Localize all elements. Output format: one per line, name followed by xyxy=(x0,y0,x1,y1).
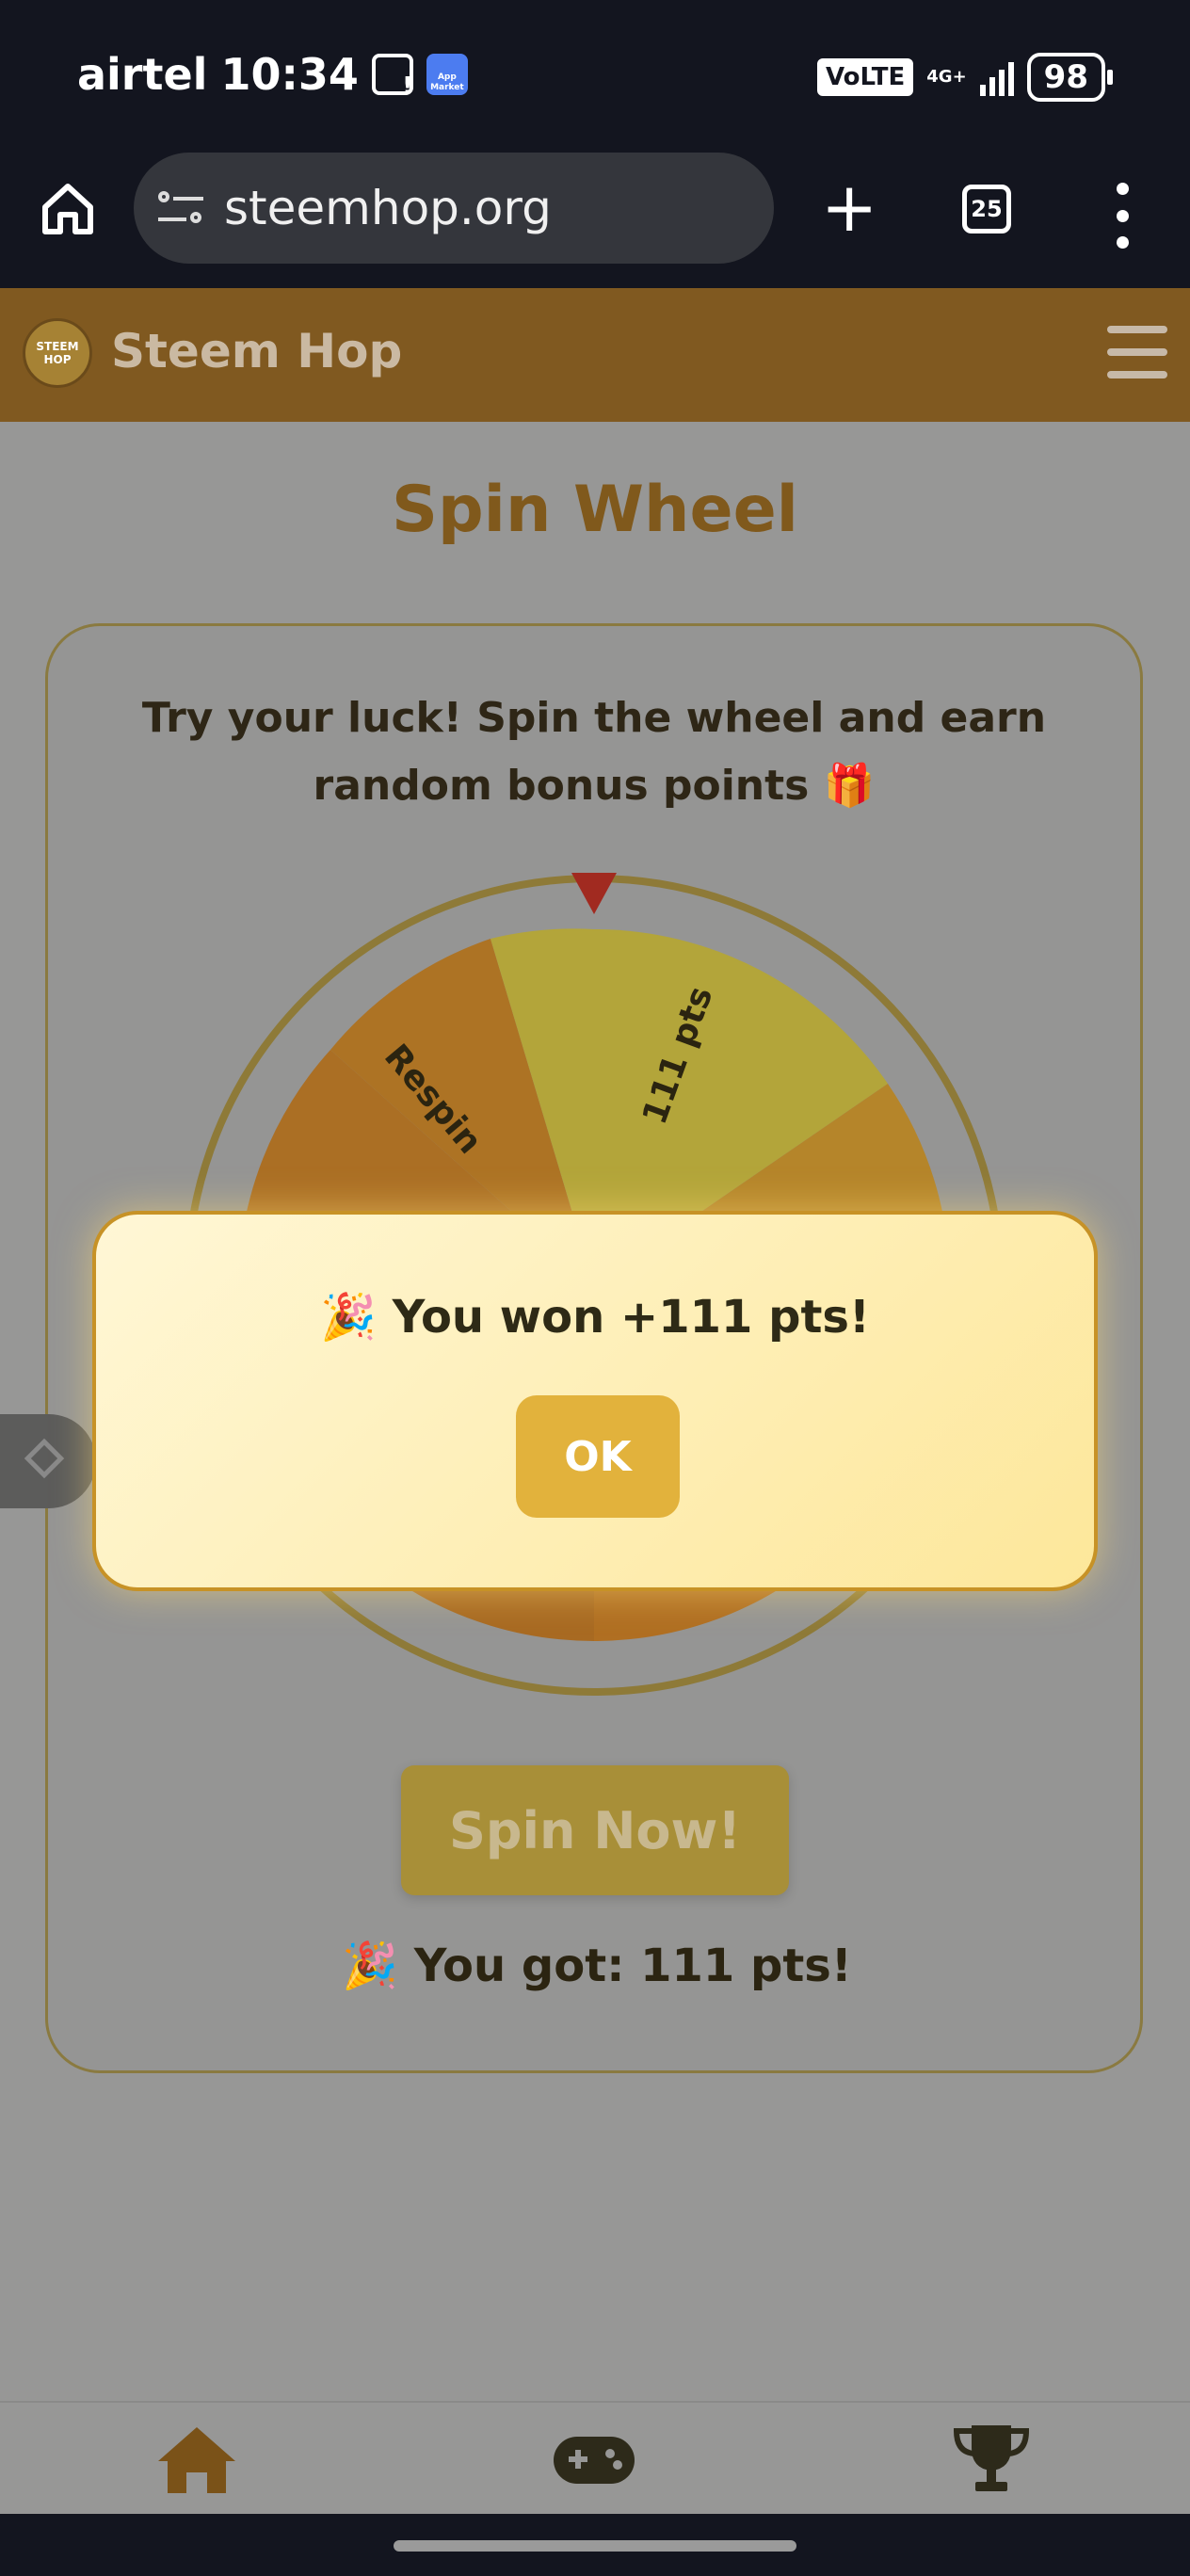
browser-menu-icon[interactable] xyxy=(1111,183,1134,249)
diamond-icon xyxy=(24,1438,65,1479)
floating-side-button[interactable] xyxy=(0,1414,96,1508)
battery-icon: 98 xyxy=(1026,53,1114,102)
ok-button[interactable]: OK xyxy=(516,1395,680,1518)
page-title: Spin Wheel xyxy=(391,473,798,547)
bottom-nav xyxy=(0,2401,1190,2516)
browser-toolbar: steemhop.org + 25 xyxy=(0,151,1190,288)
spin-result: 🎉 You got: 111 pts! xyxy=(342,1940,852,1992)
status-right: VoLTE 4G+ 98 xyxy=(816,53,1114,102)
volte-icon: VoLTE xyxy=(816,58,914,96)
site-settings-icon[interactable] xyxy=(158,189,205,227)
url-text: steemhop.org xyxy=(224,181,552,235)
carrier-label: airtel xyxy=(77,49,208,100)
win-modal: 🎉 You won +111 pts! OK xyxy=(92,1211,1098,1591)
status-left: airtel 10:34 App Market xyxy=(77,49,468,101)
gallery-alert-icon xyxy=(371,54,413,101)
gesture-handle[interactable] xyxy=(394,2540,796,2552)
new-tab-button[interactable]: + xyxy=(821,173,877,241)
url-bar[interactable]: steemhop.org xyxy=(134,153,774,264)
brand-name[interactable]: Steem Hop xyxy=(111,324,402,378)
app-market-icon: App Market xyxy=(426,54,468,95)
win-message: 🎉 You won +111 pts! xyxy=(320,1291,870,1344)
gamepad-icon[interactable] xyxy=(552,2422,636,2497)
wheel-pointer-icon xyxy=(571,873,617,914)
clock: 10:34 xyxy=(220,49,359,100)
app-header: STEEM HOP Steem Hop xyxy=(0,288,1190,422)
steem-hop-logo[interactable]: STEEM HOP xyxy=(23,318,92,388)
status-bar: airtel 10:34 App Market VoLTE 4G+ 98 xyxy=(0,0,1190,151)
home-icon[interactable] xyxy=(154,2422,239,2497)
browser-home-icon[interactable] xyxy=(38,179,98,239)
gesture-bar xyxy=(0,2514,1190,2576)
network-type: 4G+ xyxy=(926,67,967,87)
spin-now-button[interactable]: Spin Now! xyxy=(401,1765,789,1895)
tab-switcher-button[interactable]: 25 xyxy=(962,185,1011,233)
signal-icon xyxy=(979,58,1014,96)
spin-description: Try your luck! Spin the wheel and earn r… xyxy=(141,694,1047,810)
hamburger-menu-icon[interactable] xyxy=(1107,326,1167,378)
trophy-icon[interactable] xyxy=(949,2422,1034,2497)
